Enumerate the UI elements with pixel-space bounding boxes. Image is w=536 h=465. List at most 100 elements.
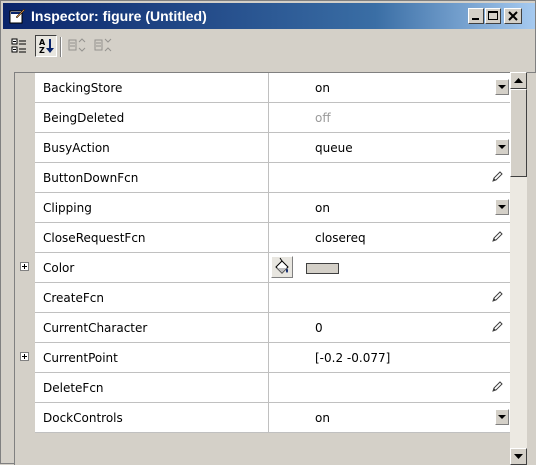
property-row-close-request-fcn[interactable]: CloseRequestFcn closereq xyxy=(15,223,511,253)
property-name-cell[interactable]: Clipping xyxy=(35,193,269,223)
property-value-cell[interactable]: on xyxy=(269,73,511,103)
edit-pencil-icon[interactable] xyxy=(491,321,503,333)
row-gutter xyxy=(15,193,35,223)
expand-plus-icon[interactable] xyxy=(20,352,29,361)
property-name: CloseRequestFcn xyxy=(43,231,146,245)
property-name: Clipping xyxy=(43,201,92,215)
collapse-all-icon xyxy=(94,38,112,52)
property-name-cell[interactable]: ButtonDownFcn xyxy=(35,163,269,193)
edit-pencil-icon[interactable] xyxy=(491,171,503,183)
property-name-cell[interactable]: CreateFcn xyxy=(35,283,269,313)
row-gutter xyxy=(15,283,35,313)
row-gutter xyxy=(15,313,35,343)
property-row-current-character[interactable]: CurrentCharacter 0 xyxy=(15,313,511,343)
row-gutter xyxy=(15,73,35,103)
chevron-down-icon xyxy=(498,205,506,209)
scroll-up-button[interactable] xyxy=(510,72,527,89)
property-value-cell[interactable] xyxy=(269,163,511,193)
paint-bucket-button[interactable] xyxy=(271,256,293,278)
inspector-window: Inspector: figure (Untitled) A Z Backing… xyxy=(0,0,536,465)
property-name: CurrentCharacter xyxy=(43,321,148,335)
property-name-cell[interactable]: BackingStore xyxy=(35,73,269,103)
window-title: Inspector: figure (Untitled) xyxy=(31,8,207,24)
arrow-up-icon xyxy=(514,78,523,83)
dropdown-button[interactable] xyxy=(495,79,509,95)
chevron-down-icon xyxy=(498,145,506,149)
property-row-busy-action[interactable]: BusyAction queue xyxy=(15,133,511,163)
property-value-cell[interactable]: on xyxy=(269,193,511,223)
property-name-cell[interactable]: CurrentPoint xyxy=(35,343,269,373)
edit-pencil-icon[interactable] xyxy=(491,231,503,243)
property-name: BusyAction xyxy=(43,141,110,155)
row-gutter xyxy=(15,403,35,433)
sort-alphabetically-button[interactable]: A Z xyxy=(35,35,57,57)
property-name: ButtonDownFcn xyxy=(43,171,139,185)
property-value-cell[interactable]: 0 xyxy=(269,313,511,343)
property-value: on xyxy=(315,411,330,425)
maximize-button[interactable] xyxy=(485,8,501,24)
edit-pencil-icon[interactable] xyxy=(491,381,503,393)
property-name-cell[interactable]: CloseRequestFcn xyxy=(35,223,269,253)
property-row-being-deleted[interactable]: BeingDeleted off xyxy=(15,103,511,133)
property-row-backing-store[interactable]: BackingStore on xyxy=(15,73,511,103)
property-name: CreateFcn xyxy=(43,291,104,305)
property-row-create-fcn[interactable]: CreateFcn xyxy=(15,283,511,313)
property-value-cell[interactable]: on xyxy=(269,403,511,433)
property-grid: BackingStore on BeingDeleted off BusyAction q… xyxy=(14,72,536,465)
scroll-down-button[interactable] xyxy=(510,448,527,465)
property-row-clipping[interactable]: Clipping on xyxy=(15,193,511,223)
property-name-cell[interactable]: DeleteFcn xyxy=(35,373,269,403)
vertical-scrollbar[interactable] xyxy=(510,72,527,465)
categorized-icon xyxy=(11,38,26,53)
svg-text:Z: Z xyxy=(39,46,45,55)
row-gutter xyxy=(15,253,35,283)
collapse-all-button[interactable] xyxy=(92,35,114,57)
inspector-app-icon xyxy=(9,8,25,24)
sort-alphabetically-icon: A Z xyxy=(39,38,54,55)
property-value: on xyxy=(315,81,330,95)
scroll-thumb[interactable] xyxy=(510,89,527,177)
property-name-cell[interactable]: CurrentCharacter xyxy=(35,313,269,343)
dropdown-button[interactable] xyxy=(495,139,509,155)
property-value-cell[interactable] xyxy=(269,373,511,403)
property-value: off xyxy=(315,111,331,125)
property-value: queue xyxy=(315,141,353,155)
property-name: DockControls xyxy=(43,411,123,425)
chevron-down-icon xyxy=(498,85,506,89)
property-name-cell[interactable]: BusyAction xyxy=(35,133,269,163)
dropdown-button[interactable] xyxy=(495,199,509,215)
property-value-cell[interactable]: [-0.2 -0.077] xyxy=(269,343,511,373)
property-row-button-down-fcn[interactable]: ButtonDownFcn xyxy=(15,163,511,193)
property-value: closereq xyxy=(315,231,366,245)
property-row-color[interactable]: Color xyxy=(15,253,511,283)
row-gutter xyxy=(15,163,35,193)
expand-plus-icon[interactable] xyxy=(20,262,29,271)
row-gutter xyxy=(15,133,35,163)
close-button[interactable] xyxy=(504,8,522,24)
title-bar[interactable]: Inspector: figure (Untitled) xyxy=(3,3,535,29)
arrow-down-icon xyxy=(514,454,523,459)
chevron-down-icon xyxy=(498,415,506,419)
dropdown-button[interactable] xyxy=(495,409,509,425)
color-swatch[interactable] xyxy=(306,263,339,274)
property-row-current-point[interactable]: CurrentPoint [-0.2 -0.077] xyxy=(15,343,511,373)
toolbar-separator xyxy=(60,37,62,57)
property-value-cell[interactable]: queue xyxy=(269,133,511,163)
property-row-dock-controls[interactable]: DockControls on xyxy=(15,403,511,433)
property-name: CurrentPoint xyxy=(43,351,118,365)
categorized-view-button[interactable] xyxy=(9,35,31,57)
property-value-cell[interactable]: closereq xyxy=(269,223,511,253)
property-value: on xyxy=(315,201,330,215)
edit-pencil-icon[interactable] xyxy=(491,291,503,303)
property-name-cell[interactable]: Color xyxy=(35,253,269,283)
property-value-cell[interactable] xyxy=(269,283,511,313)
property-name-cell[interactable]: DockControls xyxy=(35,403,269,433)
property-name-cell[interactable]: BeingDeleted xyxy=(35,103,269,133)
expand-all-button[interactable] xyxy=(66,35,88,57)
property-row-delete-fcn[interactable]: DeleteFcn xyxy=(15,373,511,403)
row-gutter xyxy=(15,373,35,403)
minimize-button[interactable] xyxy=(468,8,484,24)
property-name: BackingStore xyxy=(43,81,123,95)
row-gutter xyxy=(15,343,35,373)
property-value-cell[interactable] xyxy=(269,253,511,283)
